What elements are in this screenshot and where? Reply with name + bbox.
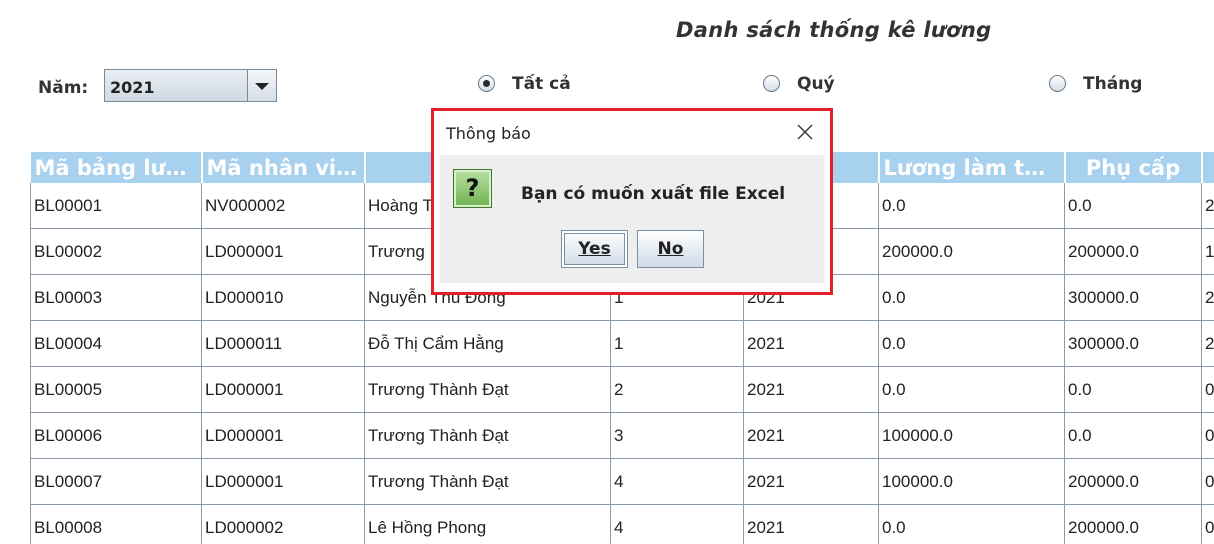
table-cell[interactable]: 200000.0	[1064, 228, 1202, 275]
table-cell[interactable]: BL00002	[30, 228, 202, 275]
table-row[interactable]: BL00007 LD000001 Trương Thành Đạt 4 2021 1000…	[30, 458, 1214, 505]
table-cell[interactable]: 2021	[743, 366, 879, 413]
table-cell[interactable]: Đỗ Thị Cẩm Hằng	[364, 320, 611, 367]
year-label: Năm:	[38, 78, 89, 98]
table-row[interactable]: BL00008 LD000002 Lê Hồng Phong 4 2021 0.0 2000…	[30, 504, 1214, 544]
table-cell[interactable]: 0.0	[878, 320, 1065, 367]
column-header[interactable]: Mã bảng lươ...	[30, 152, 203, 183]
table-cell[interactable]: 2021	[743, 504, 879, 544]
dialog-title: Thông báo	[446, 124, 531, 143]
table-cell[interactable]: 2021	[743, 458, 879, 505]
table-cell[interactable]: Trương Thành Đạt	[364, 412, 611, 459]
column-header[interactable]: Phụ cấp	[1064, 152, 1203, 183]
table-cell[interactable]: 3	[610, 412, 744, 459]
table-cell[interactable]: Lê Hồng Phong	[364, 504, 611, 544]
table-row[interactable]: BL00006 LD000001 Trương Thành Đạt 3 2021 1000…	[30, 412, 1214, 459]
column-header[interactable]	[1201, 152, 1214, 183]
table-cell[interactable]: LD000001	[201, 228, 365, 275]
table-cell[interactable]: NV000002	[201, 183, 365, 229]
table-cell[interactable]: 0.0	[1064, 412, 1202, 459]
table-cell[interactable]: LD000002	[201, 504, 365, 544]
radio-all-circle[interactable]	[478, 75, 495, 92]
table-cell[interactable]: 0.0	[878, 366, 1065, 413]
dialog-titlebar: Thông báo	[434, 111, 830, 155]
table-cell[interactable]: 100000.0	[878, 458, 1065, 505]
table-cell[interactable]: LD000010	[201, 274, 365, 321]
table-cell[interactable]: 300000.0	[1064, 320, 1202, 367]
table-cell[interactable]: LD000011	[201, 320, 365, 367]
question-icon: ?	[453, 169, 492, 208]
table-cell[interactable]: LD000001	[201, 458, 365, 505]
year-value: 2021	[110, 78, 155, 97]
page-title: Danh sách thống kê lương	[676, 18, 992, 42]
table-cell[interactable]: 20	[1201, 274, 1214, 321]
table-row[interactable]: BL00005 LD000001 Trương Thành Đạt 2 2021 0.0 0…	[30, 366, 1214, 413]
radio-month-circle[interactable]	[1049, 75, 1066, 92]
table-cell[interactable]: 2021	[743, 412, 879, 459]
table-cell[interactable]: 200000.0	[1064, 458, 1202, 505]
table-cell[interactable]: 2021	[743, 320, 879, 367]
radio-quarter-circle[interactable]	[763, 75, 780, 92]
table-cell[interactable]: BL00003	[30, 274, 202, 321]
dialog-body: ? Bạn có muốn xuất file Excel Yes No	[440, 155, 824, 283]
table-cell[interactable]: BL00008	[30, 504, 202, 544]
table-cell[interactable]: 0.	[1201, 504, 1214, 544]
table-cell[interactable]: LD000001	[201, 412, 365, 459]
table-row[interactable]: BL00004 LD000011 Đỗ Thị Cẩm Hằng 1 2021 0.0 30…	[30, 320, 1214, 367]
no-button[interactable]: No	[637, 230, 704, 268]
column-header[interactable]: Lương làm thêm	[878, 152, 1066, 183]
table-cell[interactable]: 0.0	[1064, 366, 1202, 413]
table-cell[interactable]: 200000.0	[878, 228, 1065, 275]
table-cell[interactable]: BL00001	[30, 183, 202, 229]
table-cell[interactable]: 0.0	[878, 183, 1065, 229]
table-cell[interactable]: BL00004	[30, 320, 202, 367]
table-cell[interactable]: Trương Thành Đạt	[364, 458, 611, 505]
message-dialog: Thông báo ? Bạn có muốn xuất file Excel …	[431, 108, 833, 295]
radio-all-label: Tất cả	[512, 74, 571, 94]
radio-quarter-label: Quý	[797, 74, 835, 94]
table-cell[interactable]: BL00005	[30, 366, 202, 413]
table-cell[interactable]: 200000.0	[1064, 504, 1202, 544]
close-icon[interactable]	[796, 123, 814, 141]
table-cell[interactable]: 0.0	[1064, 183, 1202, 229]
table-cell[interactable]: 20	[1201, 320, 1214, 367]
table-cell[interactable]: 0.0	[878, 274, 1065, 321]
radio-month-label: Tháng	[1083, 74, 1143, 94]
chevron-down-icon[interactable]	[247, 70, 276, 101]
dialog-message: Bạn có muốn xuất file Excel	[521, 184, 786, 204]
table-cell[interactable]: 20	[1201, 183, 1214, 229]
question-glyph: ?	[465, 174, 480, 202]
table-cell[interactable]: 4	[610, 458, 744, 505]
table-cell[interactable]: 0.	[1201, 458, 1214, 505]
table-cell[interactable]: Trương Thành Đạt	[364, 366, 611, 413]
table-cell[interactable]: BL00007	[30, 458, 202, 505]
table-cell[interactable]: 0.0	[878, 504, 1065, 544]
table-cell[interactable]: 300000.0	[1064, 274, 1202, 321]
table-cell[interactable]: 10	[1201, 228, 1214, 275]
table-cell[interactable]: 0.	[1201, 412, 1214, 459]
table-cell[interactable]: 1	[610, 320, 744, 367]
table-cell[interactable]: BL00006	[30, 412, 202, 459]
table-cell[interactable]: 0.	[1201, 366, 1214, 413]
table-cell[interactable]: 4	[610, 504, 744, 544]
yes-button[interactable]: Yes	[561, 230, 628, 268]
table-cell[interactable]: 100000.0	[878, 412, 1065, 459]
table-cell[interactable]: LD000001	[201, 366, 365, 413]
table-cell[interactable]: 2	[610, 366, 744, 413]
column-header[interactable]: Mã nhân viên	[201, 152, 366, 183]
year-combobox[interactable]: 2021	[104, 69, 277, 102]
